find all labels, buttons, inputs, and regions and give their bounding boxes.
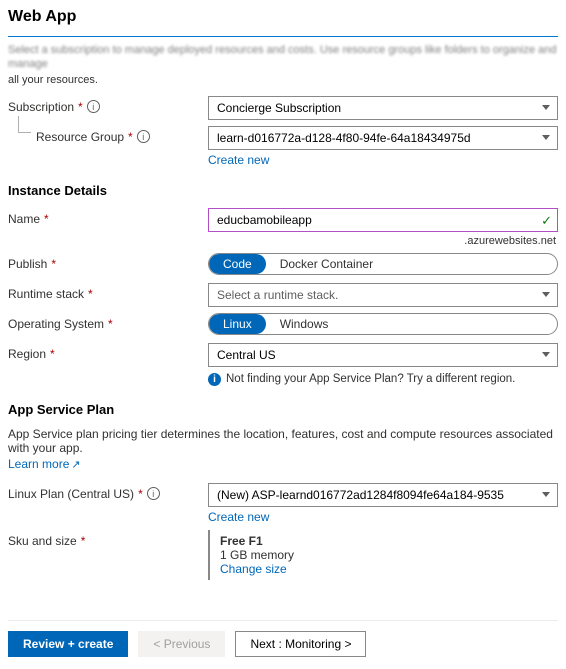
sku-detail: 1 GB memory (220, 548, 558, 562)
required-asterisk: * (51, 257, 56, 271)
required-asterisk: * (88, 287, 93, 301)
required-asterisk: * (128, 130, 133, 144)
wizard-footer: Review + create < Previous Next : Monito… (8, 620, 558, 657)
os-toggle: Linux Windows (208, 313, 558, 335)
publish-toggle: Code Docker Container (208, 253, 558, 275)
info-icon: i (208, 373, 221, 386)
resource-group-select[interactable]: learn-d016772a-d128-4f80-94fe-64a1843497… (208, 126, 558, 150)
intro-text-blurred: Select a subscription to manage deployed… (8, 43, 558, 72)
previous-button: < Previous (138, 631, 225, 657)
subscription-label: Subscription * i (8, 96, 208, 114)
name-input[interactable] (208, 208, 558, 232)
runtime-label: Runtime stack * (8, 283, 208, 301)
instance-details-heading: Instance Details (8, 183, 558, 198)
app-service-plan-heading: App Service Plan (8, 402, 558, 417)
region-select[interactable]: Central US (208, 343, 558, 367)
resource-group-label: Resource Group * i (8, 126, 208, 144)
create-new-rg-link[interactable]: Create new (208, 153, 558, 167)
required-asterisk: * (108, 317, 113, 331)
domain-suffix: .azurewebsites.net (208, 235, 558, 247)
os-label: Operating System * (8, 313, 208, 331)
required-asterisk: * (138, 487, 143, 501)
create-new-plan-link[interactable]: Create new (208, 510, 558, 524)
next-monitoring-button[interactable]: Next : Monitoring > (235, 631, 366, 657)
os-windows-option[interactable]: Windows (266, 314, 343, 334)
subscription-select[interactable]: Concierge Subscription (208, 96, 558, 120)
required-asterisk: * (50, 347, 55, 361)
publish-label: Publish * (8, 253, 208, 271)
info-icon[interactable]: i (137, 130, 150, 143)
intro-text-tail: all your resources. (8, 74, 558, 86)
learn-more-link[interactable]: Learn more↗ (8, 457, 81, 471)
info-icon[interactable]: i (147, 487, 160, 500)
page-title: Web App (8, 8, 558, 26)
sku-label: Sku and size * (8, 530, 208, 548)
required-asterisk: * (81, 534, 86, 548)
external-link-icon: ↗ (71, 458, 80, 471)
plan-description: App Service plan pricing tier determines… (8, 427, 558, 455)
runtime-select[interactable]: Select a runtime stack. (208, 283, 558, 307)
review-create-button[interactable]: Review + create (8, 631, 128, 657)
info-icon[interactable]: i (87, 100, 100, 113)
tab-underline (8, 36, 558, 37)
region-label: Region * (8, 343, 208, 361)
linux-plan-select[interactable]: (New) ASP-learnd016772ad1284f8094fe64a18… (208, 483, 558, 507)
region-hint: i Not finding your App Service Plan? Try… (208, 373, 558, 386)
required-asterisk: * (44, 212, 49, 226)
os-linux-option[interactable]: Linux (209, 314, 266, 334)
sku-display: Free F1 1 GB memory Change size (208, 530, 558, 580)
linux-plan-label: Linux Plan (Central US) * i (8, 483, 208, 501)
publish-code-option[interactable]: Code (209, 254, 266, 274)
sku-name: Free F1 (220, 534, 558, 548)
required-asterisk: * (78, 100, 83, 114)
publish-docker-option[interactable]: Docker Container (266, 254, 387, 274)
name-label: Name * (8, 208, 208, 226)
change-size-link[interactable]: Change size (220, 562, 287, 576)
